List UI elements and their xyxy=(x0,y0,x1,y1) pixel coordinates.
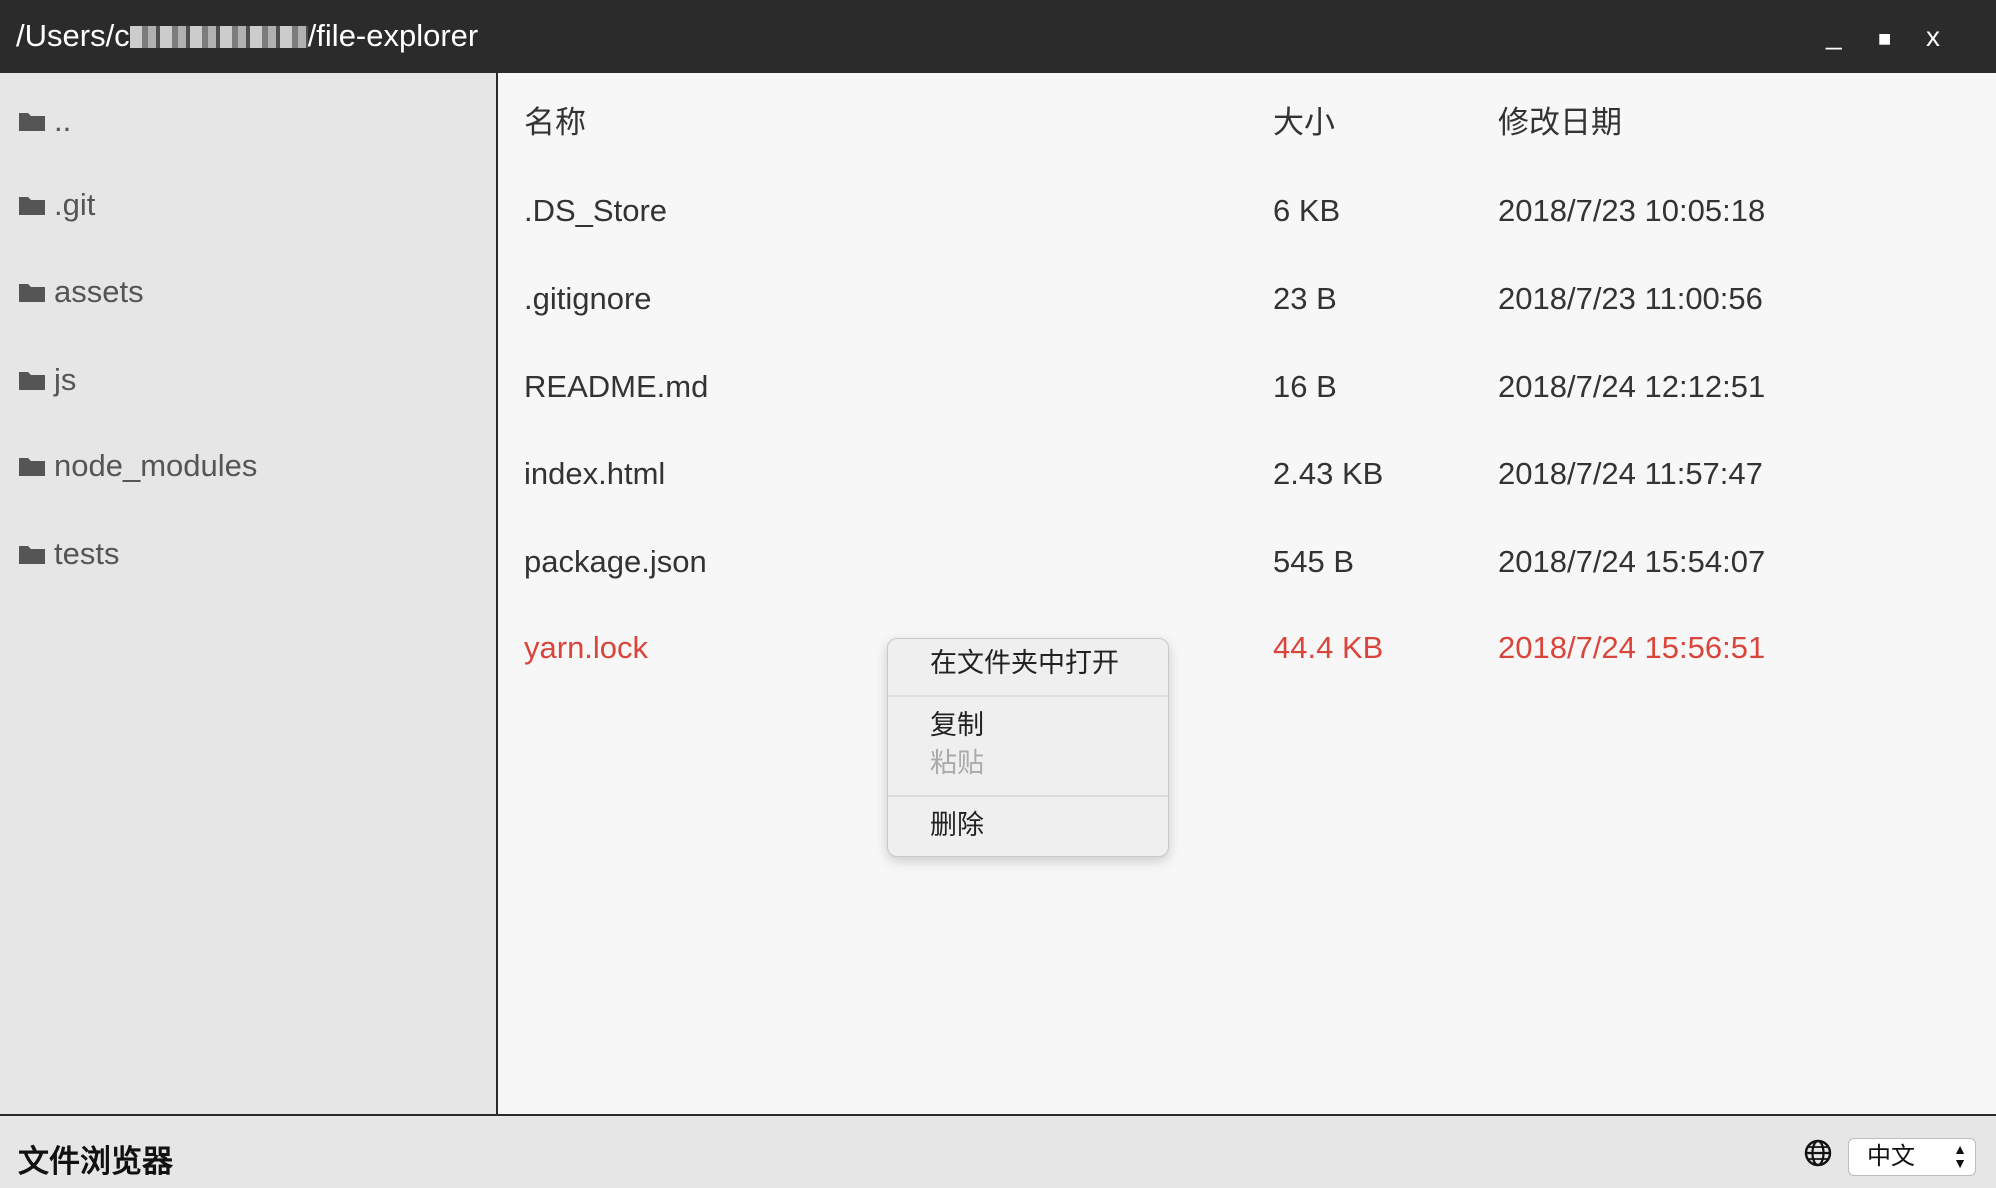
folder-icon xyxy=(19,284,45,302)
folder-icon xyxy=(19,458,45,476)
context-menu: 在文件夹中打开 复制 粘贴 删除 xyxy=(887,638,1169,857)
file-size: 44.4 KB xyxy=(1273,630,1384,665)
file-modified: 2018/7/24 11:57:47 xyxy=(1498,456,1763,491)
sidebar-item-assets[interactable]: assets xyxy=(18,270,144,314)
file-size: 16 B xyxy=(1273,369,1337,404)
file-modified: 2018/7/24 15:54:07 xyxy=(1498,544,1766,579)
file-modified: 2018/7/24 15:56:51 xyxy=(1498,630,1766,665)
sidebar-item-parent[interactable]: .. xyxy=(18,99,71,143)
close-button[interactable]: x xyxy=(1926,20,1940,54)
file-size: 545 B xyxy=(1273,544,1355,579)
sidebar-item-tests[interactable]: tests xyxy=(18,532,119,576)
sidebar-item-label: js xyxy=(54,362,77,397)
file-size: 6 KB xyxy=(1273,193,1341,228)
window-title-suffix: /file-explorer xyxy=(307,18,479,53)
folder-icon xyxy=(19,113,45,131)
window-title-prefix: /Users/c xyxy=(16,18,130,53)
menu-item-copy[interactable]: 复制 xyxy=(930,708,984,742)
file-name[interactable]: README.md xyxy=(524,367,708,407)
file-modified: 2018/7/23 11:00:56 xyxy=(1498,281,1763,316)
minimize-button[interactable]: _ xyxy=(1826,18,1842,52)
language-select[interactable]: 中文 ▲ ▼ xyxy=(1848,1138,1976,1176)
column-header-modified[interactable]: 修改日期 xyxy=(1498,103,1622,143)
sidebar-item-label: assets xyxy=(54,274,144,309)
file-size: 23 B xyxy=(1273,281,1337,316)
sidebar: .. .git assets js node_modules tests xyxy=(0,73,498,1114)
sidebar-item-node-modules[interactable]: node_modules xyxy=(18,444,257,488)
maximize-button[interactable]: ■ xyxy=(1878,22,1891,56)
redacted-username xyxy=(129,26,308,48)
file-name[interactable]: .DS_Store xyxy=(524,191,667,231)
sidebar-item-js[interactable]: js xyxy=(18,358,76,402)
title-bar: /Users/c/file-explorer _ ■ x xyxy=(0,0,1996,73)
sidebar-item-label: node_modules xyxy=(54,448,258,483)
menu-separator xyxy=(888,795,1168,797)
menu-item-paste: 粘贴 xyxy=(930,748,984,778)
file-modified: 2018/7/23 10:05:18 xyxy=(1498,193,1766,228)
column-header-size[interactable]: 大小 xyxy=(1273,103,1335,143)
menu-item-delete[interactable]: 删除 xyxy=(930,808,984,842)
folder-icon xyxy=(19,372,45,390)
file-table: 名称 大小 修改日期 .DS_Store 6 KB 2018/7/23 10:0… xyxy=(498,73,1996,1114)
sidebar-item-git[interactable]: .git xyxy=(18,183,95,227)
file-name[interactable]: package.json xyxy=(524,542,707,582)
folder-icon xyxy=(19,546,45,564)
sidebar-item-label: tests xyxy=(54,536,120,571)
file-name[interactable]: index.html xyxy=(524,454,665,494)
file-name[interactable]: .gitignore xyxy=(524,279,652,319)
window-title: /Users/c/file-explorer xyxy=(16,17,478,55)
sidebar-item-label: .. xyxy=(54,103,72,138)
globe-icon xyxy=(1804,1139,1832,1167)
file-size: 2.43 KB xyxy=(1273,456,1384,491)
menu-item-open-in-folder[interactable]: 在文件夹中打开 xyxy=(930,646,1119,680)
select-arrows-icon: ▲ ▼ xyxy=(1953,1141,1967,1171)
app-title: 文件浏览器 xyxy=(18,1144,173,1179)
column-header-name[interactable]: 名称 xyxy=(524,103,586,143)
folder-icon xyxy=(19,197,45,215)
sidebar-item-label: .git xyxy=(54,187,96,222)
footer-bar: 文件浏览器 中文 ▲ ▼ xyxy=(0,1114,1996,1188)
language-select-value: 中文 xyxy=(1867,1143,1915,1170)
file-modified: 2018/7/24 12:12:51 xyxy=(1498,369,1766,404)
file-name[interactable]: yarn.lock xyxy=(524,628,648,668)
menu-separator xyxy=(888,695,1168,697)
